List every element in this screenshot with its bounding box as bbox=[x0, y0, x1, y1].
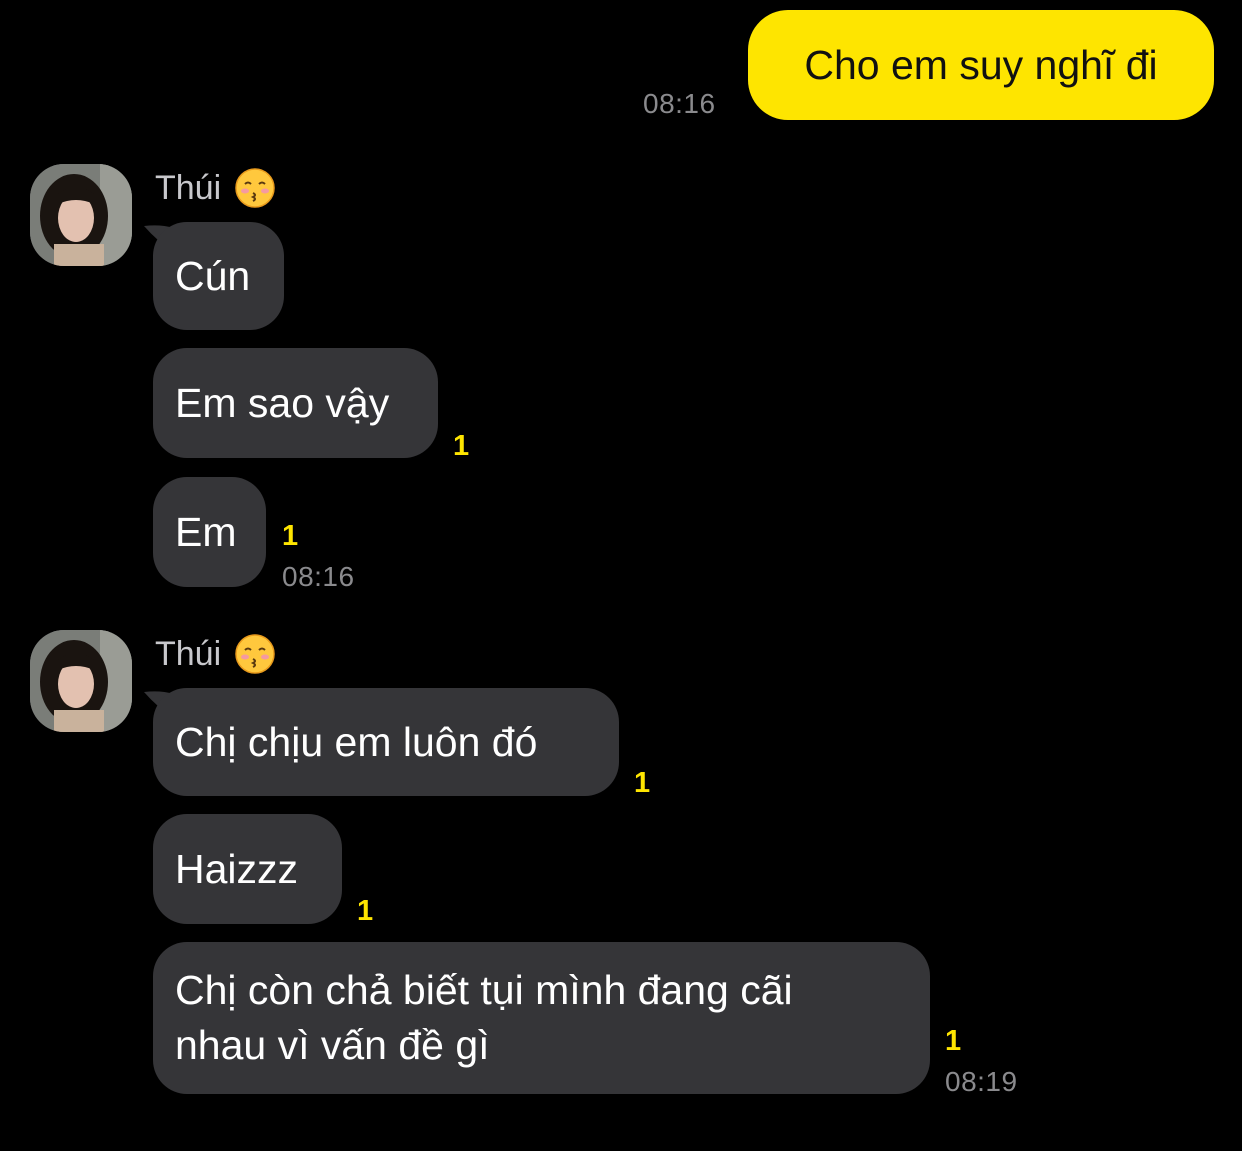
unread-count: 1 bbox=[634, 767, 651, 799]
message-time: 08:16 bbox=[282, 561, 355, 592]
unread-count: 1 bbox=[945, 1025, 962, 1057]
sender-name: Thúi bbox=[155, 634, 275, 674]
kissing-face-closed-eyes-icon bbox=[235, 634, 275, 674]
message-time: 08:16 bbox=[643, 88, 716, 119]
message-line: nhau vì vấn đề gì bbox=[175, 1022, 490, 1068]
unread-count: 1 bbox=[357, 895, 374, 927]
incoming-message-bubble[interactable]: Chị chịu em luôn đó bbox=[153, 688, 619, 796]
incoming-message-bubble[interactable]: Em bbox=[153, 477, 266, 587]
incoming-message-bubble[interactable]: Chị còn chả biết tụi mình đang cãi nhau … bbox=[153, 942, 930, 1094]
sender-name-label: Thúi bbox=[155, 634, 222, 673]
sender-name: Thúi bbox=[155, 168, 275, 208]
message-line: Chị còn chả biết tụi mình đang cãi bbox=[175, 967, 793, 1013]
unread-count: 1 bbox=[453, 430, 470, 462]
outgoing-message-bubble[interactable]: Cho em suy nghĩ đi bbox=[748, 10, 1214, 120]
incoming-message-bubble[interactable]: Cún bbox=[153, 222, 284, 330]
avatar[interactable] bbox=[30, 630, 132, 732]
avatar[interactable] bbox=[30, 164, 132, 266]
message-time: 08:19 bbox=[945, 1066, 1018, 1097]
avatar-photo-icon bbox=[30, 164, 132, 266]
unread-count: 1 bbox=[282, 520, 299, 552]
incoming-message-bubble[interactable]: Haizzz bbox=[153, 814, 342, 924]
incoming-message-bubble[interactable]: Em sao vậy bbox=[153, 348, 438, 458]
kissing-face-closed-eyes-icon bbox=[235, 168, 275, 208]
avatar-photo-icon bbox=[30, 630, 132, 732]
sender-name-label: Thúi bbox=[155, 168, 222, 207]
